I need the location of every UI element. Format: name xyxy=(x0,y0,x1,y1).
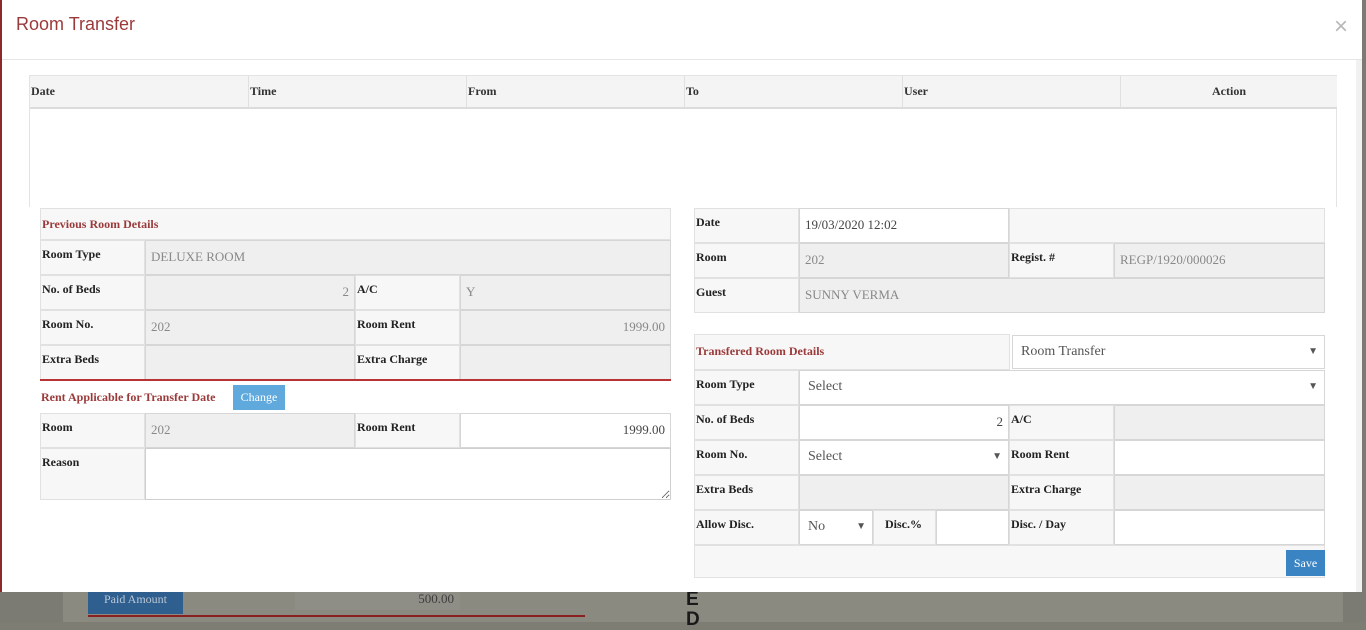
new-ac-field xyxy=(1114,405,1325,440)
rent-applicable-row: Rent Applicable for Transfer Date xyxy=(40,381,671,413)
new-extra-charge-label: Extra Charge xyxy=(1009,475,1114,510)
column-header-time[interactable]: Time xyxy=(248,76,466,107)
applicable-rent-label: Room Rent xyxy=(355,413,460,448)
background-heading-letter: E xyxy=(686,589,699,610)
room-no-select[interactable]: Select ▼ xyxy=(799,440,1009,475)
new-ac-label: A/C xyxy=(1009,405,1114,440)
new-beds-label: No. of Beds xyxy=(694,405,799,440)
rent-applicable-title: Rent Applicable for Transfer Date xyxy=(41,390,216,404)
previous-room-title: Previous Room Details xyxy=(42,217,159,231)
room-label: Room xyxy=(40,413,145,448)
disc-day-label: Disc. / Day xyxy=(1009,510,1114,545)
background-heading-letter-2: D xyxy=(686,609,700,630)
chevron-down-icon: ▼ xyxy=(1308,346,1318,357)
previous-ac-field: Y xyxy=(460,275,671,310)
room-type-select-value: Select xyxy=(808,379,843,394)
reason-textarea[interactable] xyxy=(145,448,671,500)
previous-room-rent-field: 1999.00 xyxy=(460,310,671,345)
background-divider xyxy=(88,615,585,617)
reason-label: Reason xyxy=(40,448,145,500)
new-room-no-label: Room No. xyxy=(694,440,799,475)
previous-room-type-field: DELUXE ROOM xyxy=(145,240,671,275)
save-button[interactable]: Save xyxy=(1286,550,1325,576)
column-header-user[interactable]: User xyxy=(902,76,1120,107)
ac-label: A/C xyxy=(355,275,460,310)
transfer-history-table: Date Time From To User Action xyxy=(29,75,1337,207)
previous-room-section: Previous Room Details xyxy=(40,208,671,240)
chevron-down-icon: ▼ xyxy=(992,451,1002,462)
regist-field: REGP/1920/000026 xyxy=(1114,243,1325,278)
previous-room-no-field: 202 xyxy=(145,310,355,345)
beds-label: No. of Beds xyxy=(40,275,145,310)
disc-pct-input[interactable] xyxy=(936,510,1009,545)
column-header-from[interactable]: From xyxy=(466,76,684,107)
applicable-rent-input[interactable]: 1999.00 xyxy=(460,413,671,448)
change-button[interactable]: Change xyxy=(233,385,285,410)
room-rent-label: Room Rent xyxy=(355,310,460,345)
column-header-to[interactable]: To xyxy=(684,76,902,107)
close-icon[interactable]: × xyxy=(1330,15,1352,39)
chevron-down-icon: ▼ xyxy=(856,521,866,532)
new-extra-beds-field xyxy=(799,475,1009,510)
room-type-label: Room Type xyxy=(40,240,145,275)
background-panel xyxy=(63,592,1343,622)
guest-label: Guest xyxy=(694,278,799,313)
new-beds-input[interactable]: 2 xyxy=(799,405,1009,440)
new-extra-beds-label: Extra Beds xyxy=(694,475,799,510)
date-row-filler xyxy=(1009,208,1325,243)
applicable-room-field: 202 xyxy=(145,413,355,448)
new-room-type-label: Room Type xyxy=(694,370,799,405)
previous-extra-charge-field xyxy=(460,345,671,380)
guest-field: SUNNY VERMA xyxy=(799,278,1325,313)
extra-beds-label: Extra Beds xyxy=(40,345,145,380)
transfer-mode-value: Room Transfer xyxy=(1021,344,1106,359)
transferred-room-title: Transfered Room Details xyxy=(696,344,825,358)
previous-extra-beds-field xyxy=(145,345,355,380)
room-transfer-modal: Room Transfer × Date Time From To User A… xyxy=(0,0,1362,592)
column-header-action[interactable]: Action xyxy=(1120,76,1337,107)
extra-charge-label: Extra Charge xyxy=(355,345,460,380)
allow-disc-select[interactable]: No ▼ xyxy=(799,510,873,545)
room-type-select[interactable]: Select ▼ xyxy=(799,370,1325,405)
date-label: Date xyxy=(694,208,799,243)
transfer-mode-select[interactable]: Room Transfer ▼ xyxy=(1012,335,1325,369)
info-room-field: 202 xyxy=(799,243,1009,278)
room-no-select-value: Select xyxy=(808,449,843,464)
allow-disc-select-value: No xyxy=(808,519,826,534)
date-input[interactable]: 19/03/2020 12:02 xyxy=(799,208,1009,243)
previous-beds-field: 2 xyxy=(145,275,355,310)
room-no-label: Room No. xyxy=(40,310,145,345)
modal-scrollbar[interactable] xyxy=(1356,60,1362,592)
new-extra-charge-field xyxy=(1114,475,1325,510)
new-room-rent-label: Room Rent xyxy=(1009,440,1114,475)
modal-header: Room Transfer × xyxy=(2,0,1362,60)
chevron-down-icon: ▼ xyxy=(1308,381,1318,392)
modal-title: Room Transfer xyxy=(16,14,136,34)
disc-pct-label: Disc.% xyxy=(873,510,936,545)
disc-day-input[interactable] xyxy=(1114,510,1325,545)
save-row xyxy=(694,545,1325,578)
info-room-label: Room xyxy=(694,243,799,278)
transferred-room-section: Transfered Room Details xyxy=(694,334,1010,370)
regist-label: Regist. # xyxy=(1009,243,1114,278)
allow-disc-label: Allow Disc. xyxy=(694,510,799,545)
table-header: Date Time From To User Action xyxy=(30,76,1337,109)
column-header-date[interactable]: Date xyxy=(30,76,248,107)
new-room-rent-input[interactable] xyxy=(1114,440,1325,475)
